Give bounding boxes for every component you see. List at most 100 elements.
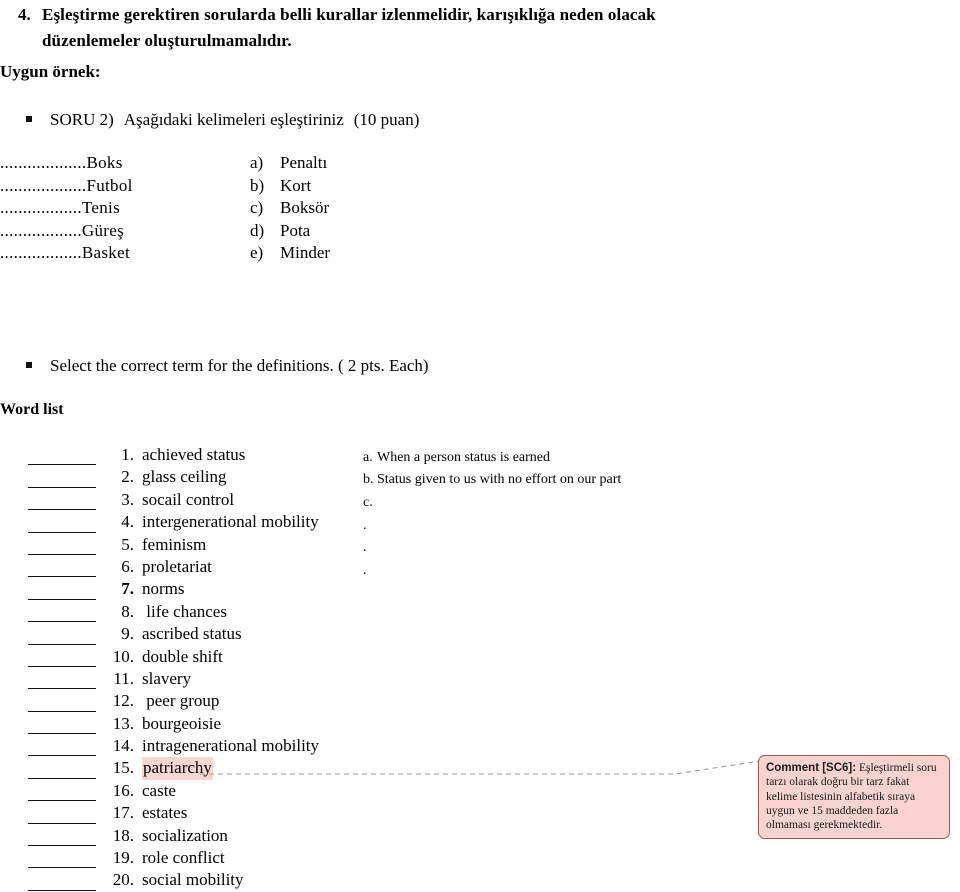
matching-left-item: ...................Futbol [0,175,133,195]
definition-text: Status given to us with no effort on our… [377,472,622,487]
answer-blank[interactable] [28,531,96,533]
definition-letter: b. [363,472,374,487]
word-list-item: 7. norms [0,578,760,600]
word-list-number: 4. [121,512,134,532]
word-list-term: proletariat [142,556,212,576]
matching-row: ..................Tenis c) Boksör [0,197,420,220]
answer-blank[interactable] [28,598,96,600]
answer-blank[interactable] [28,553,96,555]
word-list-term: double shift [142,646,223,666]
word-list-item: 10. double shift [0,646,760,668]
word-list-term: bourgeoisie [142,713,222,733]
word-list-item: 12. peer group [0,690,760,712]
word-list-number: 11. [113,668,134,688]
matching-right-item: b) Kort [250,175,311,198]
word-list-term: socialization [142,825,228,845]
word-list-term: norms [142,579,185,599]
matching-left-item: ..................Tenis [0,198,120,217]
word-list-item: 17. estates [0,802,760,824]
word-list-item: 15. patriarchy [0,757,760,780]
comment-callout[interactable]: Comment [SC6]: Eşleştirmeli soru tarzı o… [758,755,950,840]
select-prompt: Select the correct term for the definiti… [26,354,429,378]
definition-letter: c. [363,495,373,510]
matching-option-letter: d) [250,220,265,240]
square-bullet-icon [26,116,32,122]
answer-blank[interactable] [28,621,96,623]
answer-blank[interactable] [28,665,96,667]
word-list-number: 1. [121,445,134,464]
word-list-term-highlighted: patriarchy [142,757,213,780]
definition-item: . [363,562,377,580]
soru2-text: Aşağıdaki kelimeleri eşleştiriniz [123,110,344,129]
answer-blank[interactable] [28,845,96,847]
word-list-term: role conflict [142,848,225,868]
answer-blank[interactable] [28,822,96,824]
word-list-item: 13. bourgeoisie [0,713,760,735]
answer-blank[interactable] [28,464,96,466]
matching-option-letter: e) [250,243,264,262]
matching-right-item: c) Boksör [250,197,329,220]
answer-blank[interactable] [28,688,96,690]
definition-item: c. [363,494,377,512]
word-list-term: peer group [142,691,220,711]
word-list: 1. achieved status 2. glass ceiling 3. soca… [0,444,760,892]
select-prompt-text: Select the correct term for the definiti… [50,356,429,375]
soru2-prompt: SORU 2) Aşağıdaki kelimeleri eşleştiriniz… [26,108,419,132]
definition-item: a. When a person status is earned [363,449,550,467]
word-list-item: 18. socialization [0,825,760,847]
example-heading: Uygun örnek: [0,62,101,81]
word-list-term: caste [142,780,176,800]
word-list-number: 16. [112,780,134,800]
word-list-number: 9. [121,624,134,644]
comment-label: Comment [SC6]: [766,762,857,774]
matching-example-list: ...................Boks a) Penaltı ......… [0,152,420,265]
definition-letter: a. [363,450,373,465]
matching-left-item: ...................Boks [0,153,123,172]
word-list-item: 8. life chances [0,601,760,623]
word-list-number: 12. [112,691,134,711]
answer-blank[interactable] [28,733,96,735]
answer-blank[interactable] [28,710,96,712]
word-list-term: slavery [142,668,192,688]
matching-option-letter: b) [250,175,265,195]
word-list-number: 7. [121,579,134,599]
word-list-item: 20. social mobility [0,869,760,891]
word-list-term: social mobility [142,870,244,890]
answer-blank[interactable] [28,800,96,802]
word-list-number: 17. [112,803,134,823]
matching-row: ..................Basket e) Minder [0,242,420,265]
answer-blank[interactable] [28,576,96,578]
word-list-heading: Word list [0,401,64,418]
matching-option-term: Pota [280,220,311,240]
matching-row: ...................Boks a) Penaltı [0,152,420,175]
word-list-number: 3. [121,489,134,509]
answer-blank[interactable] [28,777,96,779]
word-list-item: 14. intragenerational mobility [0,735,760,757]
matching-left-item: ..................Güreş [0,220,124,240]
word-list-item: 6. proletariat [0,556,760,578]
word-list-term: intragenerational mobility [142,736,320,756]
word-list-number: 14. [112,736,134,756]
word-list-term: estates [142,803,188,823]
word-list-number: 19. [112,848,134,868]
word-list-number: 2. [121,467,134,487]
answer-blank[interactable] [28,643,96,645]
word-list-term: glass ceiling [142,467,227,487]
answer-blank[interactable] [28,509,96,511]
matching-row: ..................Güreş d) Pota [0,220,420,243]
rule-text: Eşleştirme gerektiren sorularda belli ku… [42,5,656,50]
square-bullet-icon [26,362,32,368]
matching-option-term: Kort [280,175,312,195]
answer-blank[interactable] [28,486,96,488]
word-list-term: socail control [142,489,235,509]
word-list-number: 5. [121,534,134,554]
word-list-number: 8. [121,601,134,621]
answer-blank[interactable] [28,867,96,869]
word-list-number: 6. [121,556,134,576]
matching-option-term: Penaltı [280,153,328,172]
word-list-term: feminism [142,534,207,554]
definition-letter: . [363,518,367,533]
answer-blank[interactable] [28,755,96,757]
word-list-item: 16. caste [0,780,760,802]
matching-right-item: a) Penaltı [250,152,327,175]
